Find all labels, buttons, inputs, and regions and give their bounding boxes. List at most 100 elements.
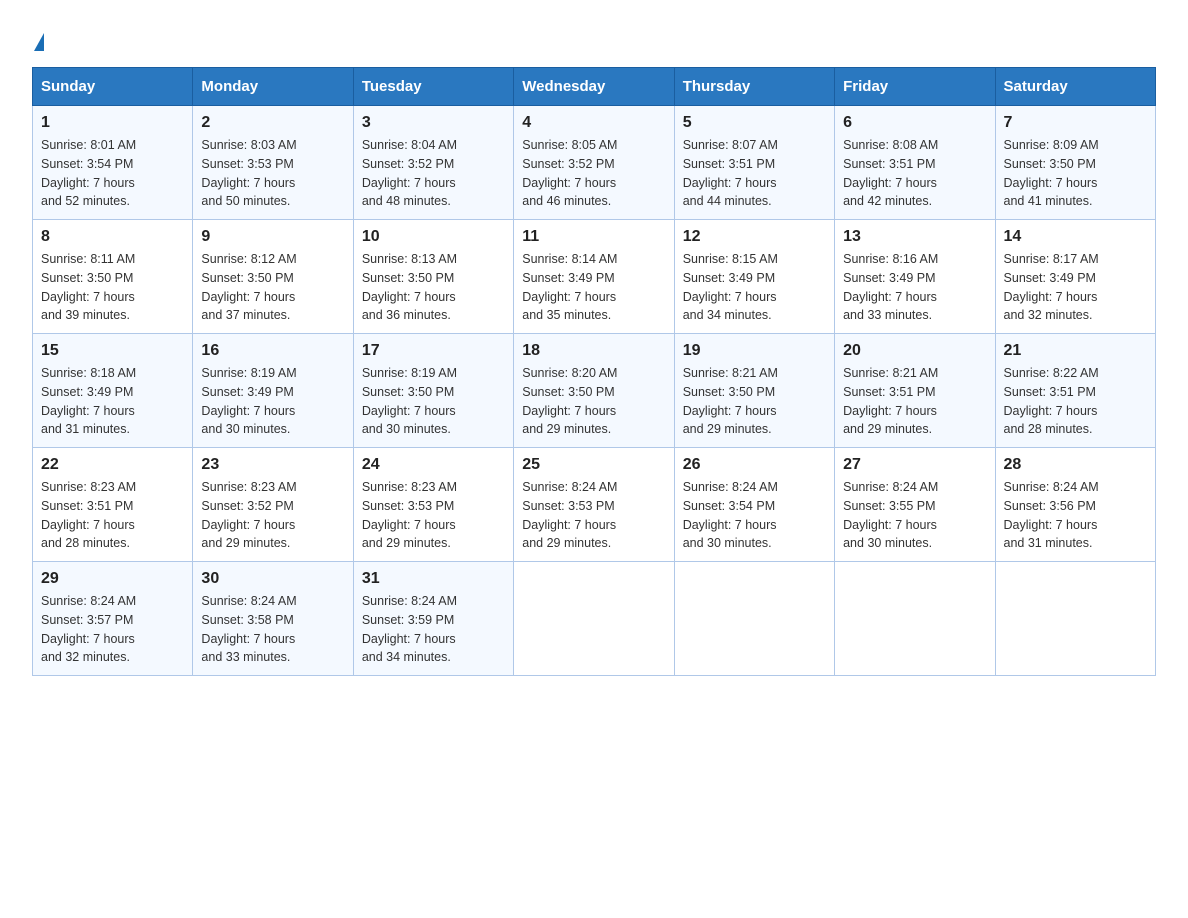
- day-number: 21: [1004, 342, 1147, 360]
- logo-triangle-icon: [34, 33, 44, 51]
- week-row-2: 8 Sunrise: 8:11 AM Sunset: 3:50 PM Dayli…: [33, 220, 1156, 334]
- day-cell: 22 Sunrise: 8:23 AM Sunset: 3:51 PM Dayl…: [33, 448, 193, 562]
- day-cell: 29 Sunrise: 8:24 AM Sunset: 3:57 PM Dayl…: [33, 562, 193, 676]
- day-cell: 7 Sunrise: 8:09 AM Sunset: 3:50 PM Dayli…: [995, 106, 1155, 220]
- day-info: Sunrise: 8:13 AM Sunset: 3:50 PM Dayligh…: [362, 250, 505, 325]
- day-number: 12: [683, 228, 826, 246]
- weekday-header-saturday: Saturday: [995, 68, 1155, 106]
- day-number: 14: [1004, 228, 1147, 246]
- header-row: SundayMondayTuesdayWednesdayThursdayFrid…: [33, 68, 1156, 106]
- day-number: 28: [1004, 456, 1147, 474]
- day-cell: 26 Sunrise: 8:24 AM Sunset: 3:54 PM Dayl…: [674, 448, 834, 562]
- day-cell: 21 Sunrise: 8:22 AM Sunset: 3:51 PM Dayl…: [995, 334, 1155, 448]
- calendar-table: SundayMondayTuesdayWednesdayThursdayFrid…: [32, 67, 1156, 676]
- day-cell: 6 Sunrise: 8:08 AM Sunset: 3:51 PM Dayli…: [835, 106, 995, 220]
- day-info: Sunrise: 8:09 AM Sunset: 3:50 PM Dayligh…: [1004, 136, 1147, 211]
- day-cell: 15 Sunrise: 8:18 AM Sunset: 3:49 PM Dayl…: [33, 334, 193, 448]
- weekday-header-tuesday: Tuesday: [353, 68, 513, 106]
- day-info: Sunrise: 8:07 AM Sunset: 3:51 PM Dayligh…: [683, 136, 826, 211]
- week-row-3: 15 Sunrise: 8:18 AM Sunset: 3:49 PM Dayl…: [33, 334, 1156, 448]
- day-info: Sunrise: 8:24 AM Sunset: 3:59 PM Dayligh…: [362, 592, 505, 667]
- day-info: Sunrise: 8:19 AM Sunset: 3:49 PM Dayligh…: [201, 364, 344, 439]
- calendar-body: 1 Sunrise: 8:01 AM Sunset: 3:54 PM Dayli…: [33, 106, 1156, 676]
- day-number: 15: [41, 342, 184, 360]
- day-info: Sunrise: 8:17 AM Sunset: 3:49 PM Dayligh…: [1004, 250, 1147, 325]
- day-number: 16: [201, 342, 344, 360]
- day-number: 19: [683, 342, 826, 360]
- day-cell: 10 Sunrise: 8:13 AM Sunset: 3:50 PM Dayl…: [353, 220, 513, 334]
- day-cell: 17 Sunrise: 8:19 AM Sunset: 3:50 PM Dayl…: [353, 334, 513, 448]
- day-cell: 3 Sunrise: 8:04 AM Sunset: 3:52 PM Dayli…: [353, 106, 513, 220]
- day-number: 5: [683, 114, 826, 132]
- day-number: 8: [41, 228, 184, 246]
- day-number: 13: [843, 228, 986, 246]
- day-info: Sunrise: 8:14 AM Sunset: 3:49 PM Dayligh…: [522, 250, 665, 325]
- day-info: Sunrise: 8:15 AM Sunset: 3:49 PM Dayligh…: [683, 250, 826, 325]
- day-info: Sunrise: 8:22 AM Sunset: 3:51 PM Dayligh…: [1004, 364, 1147, 439]
- day-cell: 31 Sunrise: 8:24 AM Sunset: 3:59 PM Dayl…: [353, 562, 513, 676]
- day-number: 7: [1004, 114, 1147, 132]
- day-info: Sunrise: 8:08 AM Sunset: 3:51 PM Dayligh…: [843, 136, 986, 211]
- day-number: 17: [362, 342, 505, 360]
- day-cell: 24 Sunrise: 8:23 AM Sunset: 3:53 PM Dayl…: [353, 448, 513, 562]
- day-cell: 13 Sunrise: 8:16 AM Sunset: 3:49 PM Dayl…: [835, 220, 995, 334]
- day-cell: 30 Sunrise: 8:24 AM Sunset: 3:58 PM Dayl…: [193, 562, 353, 676]
- day-cell: 16 Sunrise: 8:19 AM Sunset: 3:49 PM Dayl…: [193, 334, 353, 448]
- day-number: 3: [362, 114, 505, 132]
- day-info: Sunrise: 8:16 AM Sunset: 3:49 PM Dayligh…: [843, 250, 986, 325]
- week-row-1: 1 Sunrise: 8:01 AM Sunset: 3:54 PM Dayli…: [33, 106, 1156, 220]
- day-cell: 8 Sunrise: 8:11 AM Sunset: 3:50 PM Dayli…: [33, 220, 193, 334]
- day-info: Sunrise: 8:24 AM Sunset: 3:54 PM Dayligh…: [683, 478, 826, 553]
- day-number: 18: [522, 342, 665, 360]
- day-info: Sunrise: 8:01 AM Sunset: 3:54 PM Dayligh…: [41, 136, 184, 211]
- day-cell: 2 Sunrise: 8:03 AM Sunset: 3:53 PM Dayli…: [193, 106, 353, 220]
- day-info: Sunrise: 8:23 AM Sunset: 3:53 PM Dayligh…: [362, 478, 505, 553]
- day-number: 6: [843, 114, 986, 132]
- weekday-header-thursday: Thursday: [674, 68, 834, 106]
- day-cell: 23 Sunrise: 8:23 AM Sunset: 3:52 PM Dayl…: [193, 448, 353, 562]
- day-number: 4: [522, 114, 665, 132]
- day-info: Sunrise: 8:05 AM Sunset: 3:52 PM Dayligh…: [522, 136, 665, 211]
- day-info: Sunrise: 8:24 AM Sunset: 3:53 PM Dayligh…: [522, 478, 665, 553]
- weekday-header-sunday: Sunday: [33, 68, 193, 106]
- day-cell: 9 Sunrise: 8:12 AM Sunset: 3:50 PM Dayli…: [193, 220, 353, 334]
- day-cell: 18 Sunrise: 8:20 AM Sunset: 3:50 PM Dayl…: [514, 334, 674, 448]
- day-info: Sunrise: 8:21 AM Sunset: 3:51 PM Dayligh…: [843, 364, 986, 439]
- day-cell: 12 Sunrise: 8:15 AM Sunset: 3:49 PM Dayl…: [674, 220, 834, 334]
- day-info: Sunrise: 8:23 AM Sunset: 3:52 PM Dayligh…: [201, 478, 344, 553]
- day-cell: [995, 562, 1155, 676]
- week-row-5: 29 Sunrise: 8:24 AM Sunset: 3:57 PM Dayl…: [33, 562, 1156, 676]
- day-number: 31: [362, 570, 505, 588]
- day-cell: 27 Sunrise: 8:24 AM Sunset: 3:55 PM Dayl…: [835, 448, 995, 562]
- day-info: Sunrise: 8:03 AM Sunset: 3:53 PM Dayligh…: [201, 136, 344, 211]
- day-cell: 20 Sunrise: 8:21 AM Sunset: 3:51 PM Dayl…: [835, 334, 995, 448]
- day-cell: [514, 562, 674, 676]
- day-number: 26: [683, 456, 826, 474]
- day-number: 11: [522, 228, 665, 246]
- day-info: Sunrise: 8:24 AM Sunset: 3:55 PM Dayligh…: [843, 478, 986, 553]
- day-number: 20: [843, 342, 986, 360]
- day-cell: 4 Sunrise: 8:05 AM Sunset: 3:52 PM Dayli…: [514, 106, 674, 220]
- day-cell: [835, 562, 995, 676]
- day-number: 25: [522, 456, 665, 474]
- day-cell: 14 Sunrise: 8:17 AM Sunset: 3:49 PM Dayl…: [995, 220, 1155, 334]
- weekday-header-monday: Monday: [193, 68, 353, 106]
- day-info: Sunrise: 8:24 AM Sunset: 3:56 PM Dayligh…: [1004, 478, 1147, 553]
- day-number: 27: [843, 456, 986, 474]
- day-info: Sunrise: 8:11 AM Sunset: 3:50 PM Dayligh…: [41, 250, 184, 325]
- day-info: Sunrise: 8:20 AM Sunset: 3:50 PM Dayligh…: [522, 364, 665, 439]
- day-info: Sunrise: 8:18 AM Sunset: 3:49 PM Dayligh…: [41, 364, 184, 439]
- day-number: 10: [362, 228, 505, 246]
- day-cell: 25 Sunrise: 8:24 AM Sunset: 3:53 PM Dayl…: [514, 448, 674, 562]
- weekday-header-friday: Friday: [835, 68, 995, 106]
- day-cell: 11 Sunrise: 8:14 AM Sunset: 3:49 PM Dayl…: [514, 220, 674, 334]
- day-number: 1: [41, 114, 184, 132]
- day-info: Sunrise: 8:24 AM Sunset: 3:58 PM Dayligh…: [201, 592, 344, 667]
- week-row-4: 22 Sunrise: 8:23 AM Sunset: 3:51 PM Dayl…: [33, 448, 1156, 562]
- day-info: Sunrise: 8:23 AM Sunset: 3:51 PM Dayligh…: [41, 478, 184, 553]
- logo-top-line: [32, 24, 44, 55]
- day-number: 24: [362, 456, 505, 474]
- day-info: Sunrise: 8:19 AM Sunset: 3:50 PM Dayligh…: [362, 364, 505, 439]
- weekday-header-wednesday: Wednesday: [514, 68, 674, 106]
- day-cell: 19 Sunrise: 8:21 AM Sunset: 3:50 PM Dayl…: [674, 334, 834, 448]
